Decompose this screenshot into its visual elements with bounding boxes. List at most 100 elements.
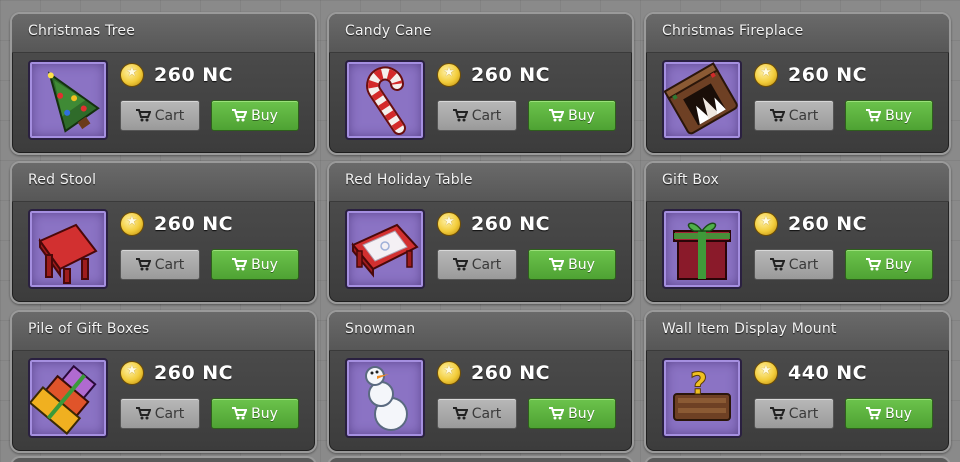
candy-cane-icon[interactable] — [345, 60, 425, 140]
item-name: Snowman — [345, 321, 416, 337]
item-price: 440 NC — [788, 362, 868, 384]
price-display: 260 NC — [754, 62, 867, 88]
buy-button[interactable]: Buy — [528, 398, 616, 429]
cart-button-label: Cart — [471, 107, 502, 124]
price-display: 260 NC — [754, 211, 867, 237]
cart-icon — [549, 109, 565, 122]
item-price: 260 NC — [471, 64, 551, 86]
cart-icon — [135, 109, 151, 122]
shop-item-card: Candy Cane 260 NC Cart Buy — [327, 12, 634, 155]
cart-button-label: Cart — [788, 256, 819, 273]
item-name: Candy Cane — [345, 23, 432, 39]
add-to-cart-button[interactable]: Cart — [437, 249, 517, 280]
price-display: 440 NC — [754, 360, 867, 386]
cart-icon — [549, 258, 565, 271]
table-icon[interactable] — [345, 209, 425, 289]
shop-item-card-partial — [644, 456, 951, 462]
cart-button-label: Cart — [154, 405, 185, 422]
svg-text:?: ? — [690, 367, 707, 402]
cart-button-label: Cart — [154, 107, 185, 124]
cart-button-label: Cart — [154, 256, 185, 273]
gift-pile-icon[interactable] — [28, 358, 108, 438]
add-to-cart-button[interactable]: Cart — [754, 398, 834, 429]
cart-icon — [452, 407, 468, 420]
fireplace-icon[interactable] — [662, 60, 742, 140]
buy-button[interactable]: Buy — [845, 398, 933, 429]
cart-button-label: Cart — [788, 107, 819, 124]
item-price: 260 NC — [154, 64, 234, 86]
item-price: 260 NC — [788, 64, 868, 86]
buy-button[interactable]: Buy — [845, 100, 933, 131]
item-name: Christmas Tree — [28, 23, 136, 39]
cart-icon — [769, 109, 785, 122]
add-to-cart-button[interactable]: Cart — [120, 100, 200, 131]
cart-icon — [549, 407, 565, 420]
buy-button-label: Buy — [568, 256, 595, 273]
add-to-cart-button[interactable]: Cart — [754, 100, 834, 131]
add-to-cart-button[interactable]: Cart — [754, 249, 834, 280]
shop-item-card-partial — [10, 456, 317, 462]
wall-mount-icon[interactable]: ? — [662, 358, 742, 438]
snowman-icon[interactable] — [345, 358, 425, 438]
cart-icon — [866, 407, 882, 420]
add-to-cart-button[interactable]: Cart — [437, 100, 517, 131]
item-name: Red Holiday Table — [345, 172, 473, 188]
shop-item-card: Snowman 260 NC Cart Buy — [327, 310, 634, 453]
buy-button-label: Buy — [251, 256, 278, 273]
add-to-cart-button[interactable]: Cart — [437, 398, 517, 429]
item-name: Gift Box — [662, 172, 719, 188]
cart-button-label: Cart — [788, 405, 819, 422]
coin-icon — [120, 212, 144, 236]
coin-icon — [437, 63, 461, 87]
price-display: 260 NC — [120, 211, 233, 237]
coin-icon — [754, 361, 778, 385]
christmas-tree-icon[interactable] — [28, 60, 108, 140]
add-to-cart-button[interactable]: Cart — [120, 398, 200, 429]
buy-button[interactable]: Buy — [211, 398, 299, 429]
stool-icon[interactable] — [28, 209, 108, 289]
coin-icon — [754, 63, 778, 87]
item-name: Wall Item Display Mount — [662, 321, 837, 337]
cart-icon — [135, 258, 151, 271]
buy-button-label: Buy — [885, 107, 912, 124]
cart-icon — [232, 109, 248, 122]
buy-button-label: Buy — [568, 107, 595, 124]
buy-button-label: Buy — [251, 405, 278, 422]
shop-item-card: Gift Box 260 NC Cart Buy — [644, 161, 951, 304]
shop-item-card: Pile of Gift Boxes 260 NC Cart Buy — [10, 310, 317, 453]
add-to-cart-button[interactable]: Cart — [120, 249, 200, 280]
item-name: Christmas Fireplace — [662, 23, 804, 39]
shop-item-grid: Christmas Tree 260 NC Cart — [0, 0, 960, 462]
shop-item-card-partial — [327, 456, 634, 462]
coin-icon — [754, 212, 778, 236]
item-price: 260 NC — [471, 362, 551, 384]
coin-icon — [437, 361, 461, 385]
cart-icon — [452, 258, 468, 271]
coin-icon — [120, 63, 144, 87]
price-display: 260 NC — [120, 360, 233, 386]
shop-item-card: Red Holiday Table 260 NC Cart Buy — [327, 161, 634, 304]
buy-button-label: Buy — [885, 405, 912, 422]
cart-icon — [232, 407, 248, 420]
buy-button[interactable]: Buy — [528, 100, 616, 131]
buy-button-label: Buy — [885, 256, 912, 273]
buy-button[interactable]: Buy — [845, 249, 933, 280]
buy-button-label: Buy — [251, 107, 278, 124]
cart-icon — [866, 109, 882, 122]
cart-icon — [769, 258, 785, 271]
cart-icon — [866, 258, 882, 271]
shop-item-card: Christmas Fireplace 260 NC Ca — [644, 12, 951, 155]
buy-button[interactable]: Buy — [528, 249, 616, 280]
item-price: 260 NC — [154, 362, 234, 384]
item-price: 260 NC — [788, 213, 868, 235]
buy-button[interactable]: Buy — [211, 100, 299, 131]
price-display: 260 NC — [437, 211, 550, 237]
price-display: 260 NC — [120, 62, 233, 88]
coin-icon — [120, 361, 144, 385]
item-name: Red Stool — [28, 172, 97, 188]
buy-button[interactable]: Buy — [211, 249, 299, 280]
shop-item-card: Red Stool 260 NC Cart Buy — [10, 161, 317, 304]
item-name: Pile of Gift Boxes — [28, 321, 150, 337]
gift-box-icon[interactable] — [662, 209, 742, 289]
price-display: 260 NC — [437, 360, 550, 386]
